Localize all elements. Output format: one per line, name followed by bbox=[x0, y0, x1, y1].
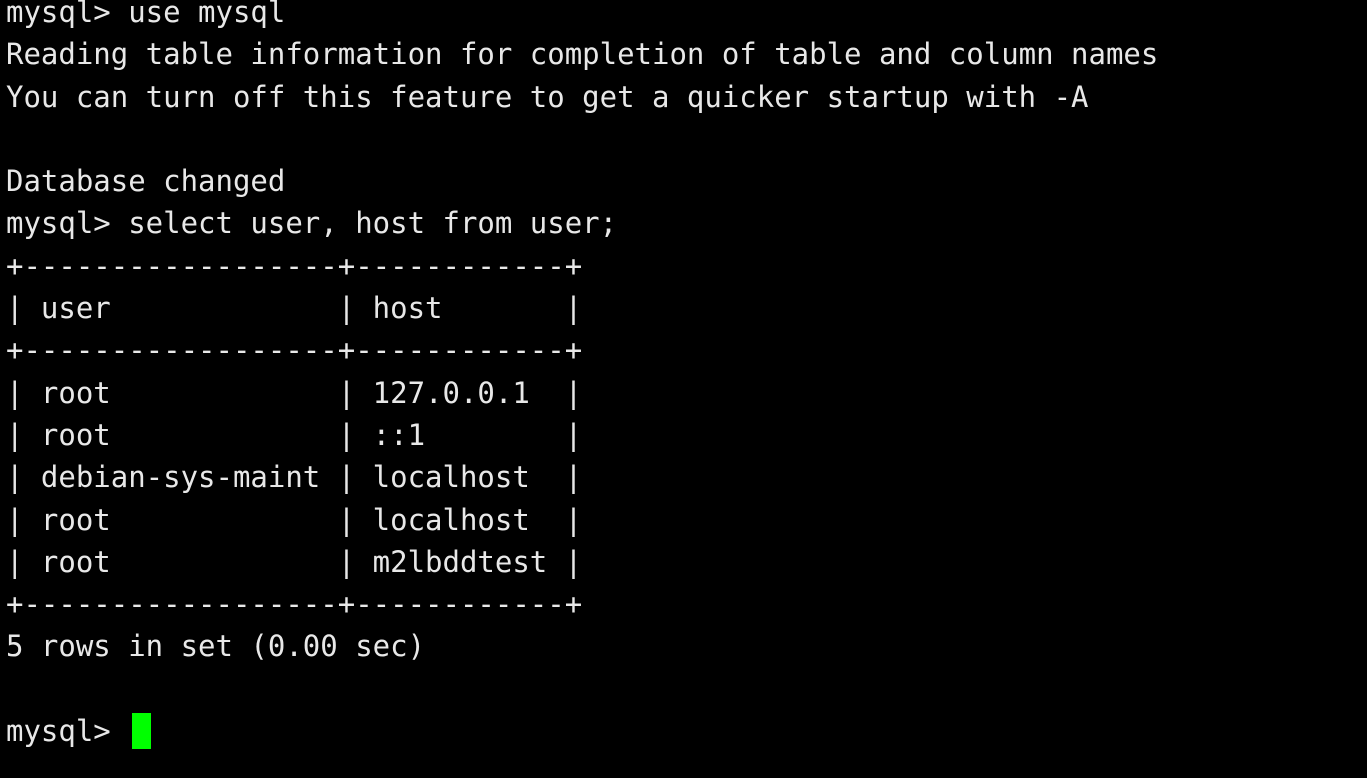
table-header: | user | host | bbox=[6, 291, 583, 326]
terminal-line: mysql> use mysql bbox=[6, 0, 286, 29]
table-row: | root | 127.0.0.1 | bbox=[6, 375, 583, 410]
table-border: +------------------+------------+ bbox=[6, 587, 583, 622]
table-border: +------------------+------------+ bbox=[6, 248, 583, 283]
table-row: | root | localhost | bbox=[6, 502, 583, 537]
terminal-line: Reading table information for completion… bbox=[6, 37, 1159, 72]
cursor-block-icon bbox=[132, 713, 152, 750]
result-summary: 5 rows in set (0.00 sec) bbox=[6, 629, 426, 664]
terminal-window[interactable]: mysql> use mysql Reading table informati… bbox=[0, 0, 1367, 778]
active-prompt[interactable]: mysql> bbox=[6, 710, 1367, 752]
table-row: | root | ::1 | bbox=[6, 417, 583, 452]
terminal-line: Database changed bbox=[6, 164, 286, 199]
terminal-line: You can turn off this feature to get a q… bbox=[6, 79, 1089, 114]
prompt-label: mysql> bbox=[6, 714, 129, 749]
table-border: +------------------+------------+ bbox=[6, 333, 583, 368]
table-row: | debian-sys-maint | localhost | bbox=[6, 460, 583, 495]
terminal-line: mysql> select user, host from user; bbox=[6, 206, 618, 241]
table-row: | root | m2lbddtest | bbox=[6, 544, 583, 579]
